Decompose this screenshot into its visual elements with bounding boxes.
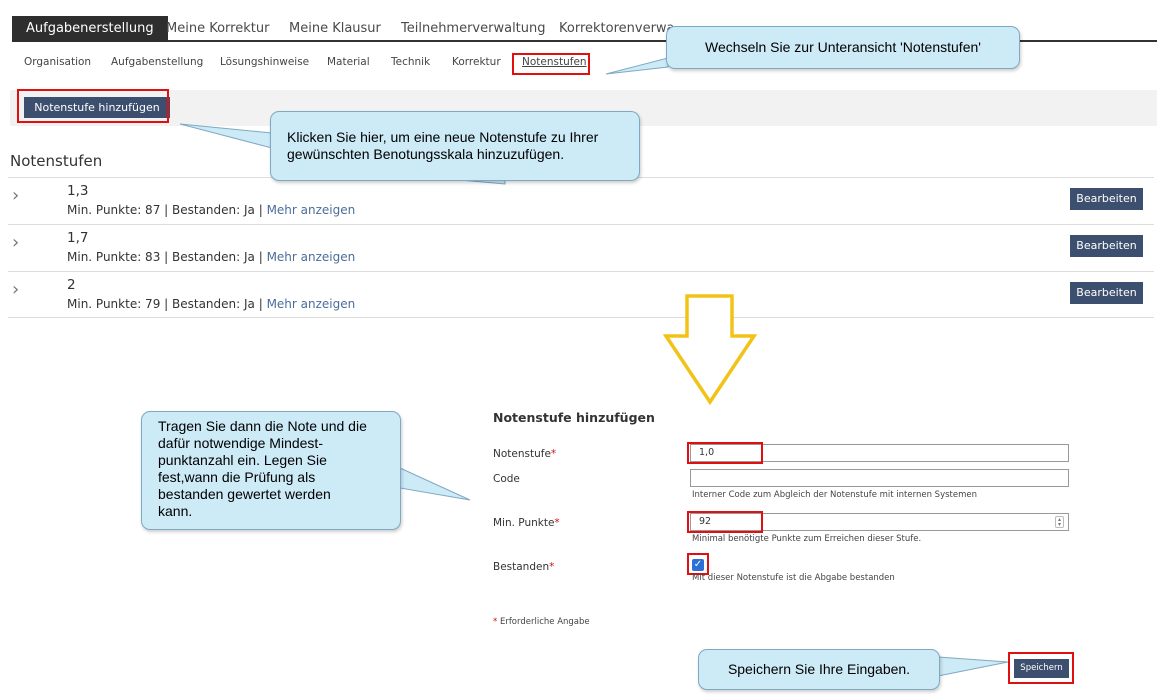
chevron-right-icon[interactable]: › bbox=[12, 234, 19, 252]
tab-teilnehmerverwaltung[interactable]: Teilnehmerverwaltung bbox=[401, 16, 546, 42]
edit-button[interactable]: Bearbeiten bbox=[1070, 188, 1143, 210]
tab-meine-klausur[interactable]: Meine Klausur bbox=[289, 16, 381, 42]
grade-meta: Min. Punkte: 79 | Bestanden: Ja | Mehr a… bbox=[67, 297, 355, 311]
grade-meta-text: Min. Punkte: 79 | Bestanden: Ja | bbox=[67, 297, 267, 311]
edit-button[interactable]: Bearbeiten bbox=[1070, 235, 1143, 257]
callout-line: gewünschten Benotungsskala hinzuzufügen. bbox=[287, 146, 565, 162]
highlight-notenstufen-subnav bbox=[512, 53, 590, 75]
required-note-text: Erforderliche Angabe bbox=[499, 617, 590, 627]
highlight-notenstufe-input bbox=[687, 442, 763, 464]
callout-tail bbox=[937, 656, 1009, 677]
notenstufe-label: Notenstufe* bbox=[493, 448, 556, 460]
grade-meta-text: Min. Punkte: 83 | Bestanden: Ja | bbox=[67, 250, 267, 264]
required-star: * bbox=[549, 561, 555, 573]
callout-add-grade: Klicken Sie hier, um eine neue Notenstuf… bbox=[270, 111, 640, 181]
callout-line: Klicken Sie hier, um eine neue Notenstuf… bbox=[287, 129, 599, 145]
required-star: * bbox=[554, 517, 560, 529]
more-link[interactable]: Mehr anzeigen bbox=[267, 203, 356, 217]
highlight-save-button bbox=[1008, 652, 1074, 684]
tab-meine-korrektur[interactable]: Meine Korrektur bbox=[166, 16, 269, 42]
grade-value: 1,3 bbox=[67, 183, 89, 199]
callout-line: punktanzahl ein. Legen Sie bbox=[158, 452, 327, 468]
callout-line: dafür notwendige Mindest- bbox=[158, 435, 323, 451]
code-input[interactable] bbox=[690, 469, 1069, 487]
subnav-korrektur[interactable]: Korrektur bbox=[452, 56, 501, 68]
section-title: Notenstufen bbox=[10, 152, 103, 170]
subnav-aufgabenstellung[interactable]: Aufgabenstellung bbox=[111, 56, 203, 68]
required-star: * bbox=[550, 448, 557, 460]
callout-notenstufen: Wechseln Sie zur Unteransicht 'Notenstuf… bbox=[666, 26, 1020, 69]
chevron-right-icon[interactable]: › bbox=[12, 187, 19, 205]
more-link[interactable]: Mehr anzeigen bbox=[267, 250, 356, 264]
stepper-icon[interactable]: ▴ ▾ bbox=[1055, 516, 1064, 528]
form-title: Notenstufe hinzufügen bbox=[493, 410, 655, 425]
highlight-checkbox bbox=[687, 553, 709, 575]
more-link[interactable]: Mehr anzeigen bbox=[267, 297, 356, 311]
tab-korrektorenverwaltung[interactable]: Korrektorenverwa bbox=[559, 16, 675, 42]
tab-aufgabenerstellung[interactable]: Aufgabenerstellung bbox=[12, 16, 168, 42]
bestanden-help: Mit dieser Notenstufe ist die Abgabe bes… bbox=[692, 573, 895, 583]
required-note: * Erforderliche Angabe bbox=[493, 617, 590, 627]
callout-line: bestanden gewertet werden bbox=[158, 486, 331, 502]
grade-row[interactable]: › 1,7 Min. Punkte: 83 | Bestanden: Ja | … bbox=[8, 224, 1154, 271]
callout-form-instructions: Tragen Sie dann die Note und die dafür n… bbox=[141, 411, 401, 530]
callout-tail bbox=[399, 467, 471, 501]
code-help: Interner Code zum Abgleich der Notenstuf… bbox=[692, 490, 977, 500]
grade-meta-text: Min. Punkte: 87 | Bestanden: Ja | bbox=[67, 203, 267, 217]
highlight-punkte-input bbox=[687, 511, 763, 533]
callout-line: fest,wann die Prüfung als bbox=[158, 469, 316, 485]
label-text: Min. Punkte bbox=[493, 517, 555, 529]
grade-value: 2 bbox=[67, 277, 76, 293]
callout-line: Tragen Sie dann die Note und die bbox=[158, 418, 367, 434]
required-star: * bbox=[493, 617, 498, 627]
callout-save: Speichern Sie Ihre Eingaben. bbox=[698, 649, 940, 690]
callout-line: kann. bbox=[158, 503, 193, 519]
subnav-material[interactable]: Material bbox=[327, 56, 370, 68]
grade-row[interactable]: › 1,3 Min. Punkte: 87 | Bestanden: Ja | … bbox=[8, 177, 1154, 224]
callout-tail bbox=[179, 123, 273, 149]
subnav-loesungshinweise[interactable]: Lösungshinweise bbox=[220, 56, 309, 68]
code-label: Code bbox=[493, 473, 520, 485]
grade-value: 1,7 bbox=[67, 230, 89, 246]
subnav-organisation[interactable]: Organisation bbox=[24, 56, 91, 68]
subnav-technik[interactable]: Technik bbox=[391, 56, 430, 68]
edit-button[interactable]: Bearbeiten bbox=[1070, 282, 1143, 304]
bestanden-label: Bestanden* bbox=[493, 561, 554, 573]
punkte-label: Min. Punkte* bbox=[493, 517, 560, 529]
punkte-help: Minimal benötigte Punkte zum Erreichen d… bbox=[692, 534, 922, 544]
chevron-right-icon[interactable]: › bbox=[12, 281, 19, 299]
label-text: Bestanden bbox=[493, 561, 550, 573]
label-text: Notenstufe bbox=[493, 448, 551, 460]
grade-meta: Min. Punkte: 83 | Bestanden: Ja | Mehr a… bbox=[67, 250, 355, 264]
highlight-add-button bbox=[17, 89, 169, 123]
grade-meta: Min. Punkte: 87 | Bestanden: Ja | Mehr a… bbox=[67, 203, 355, 217]
callout-tail bbox=[605, 57, 669, 75]
grade-row[interactable]: › 2 Min. Punkte: 79 | Bestanden: Ja | Me… bbox=[8, 271, 1154, 318]
